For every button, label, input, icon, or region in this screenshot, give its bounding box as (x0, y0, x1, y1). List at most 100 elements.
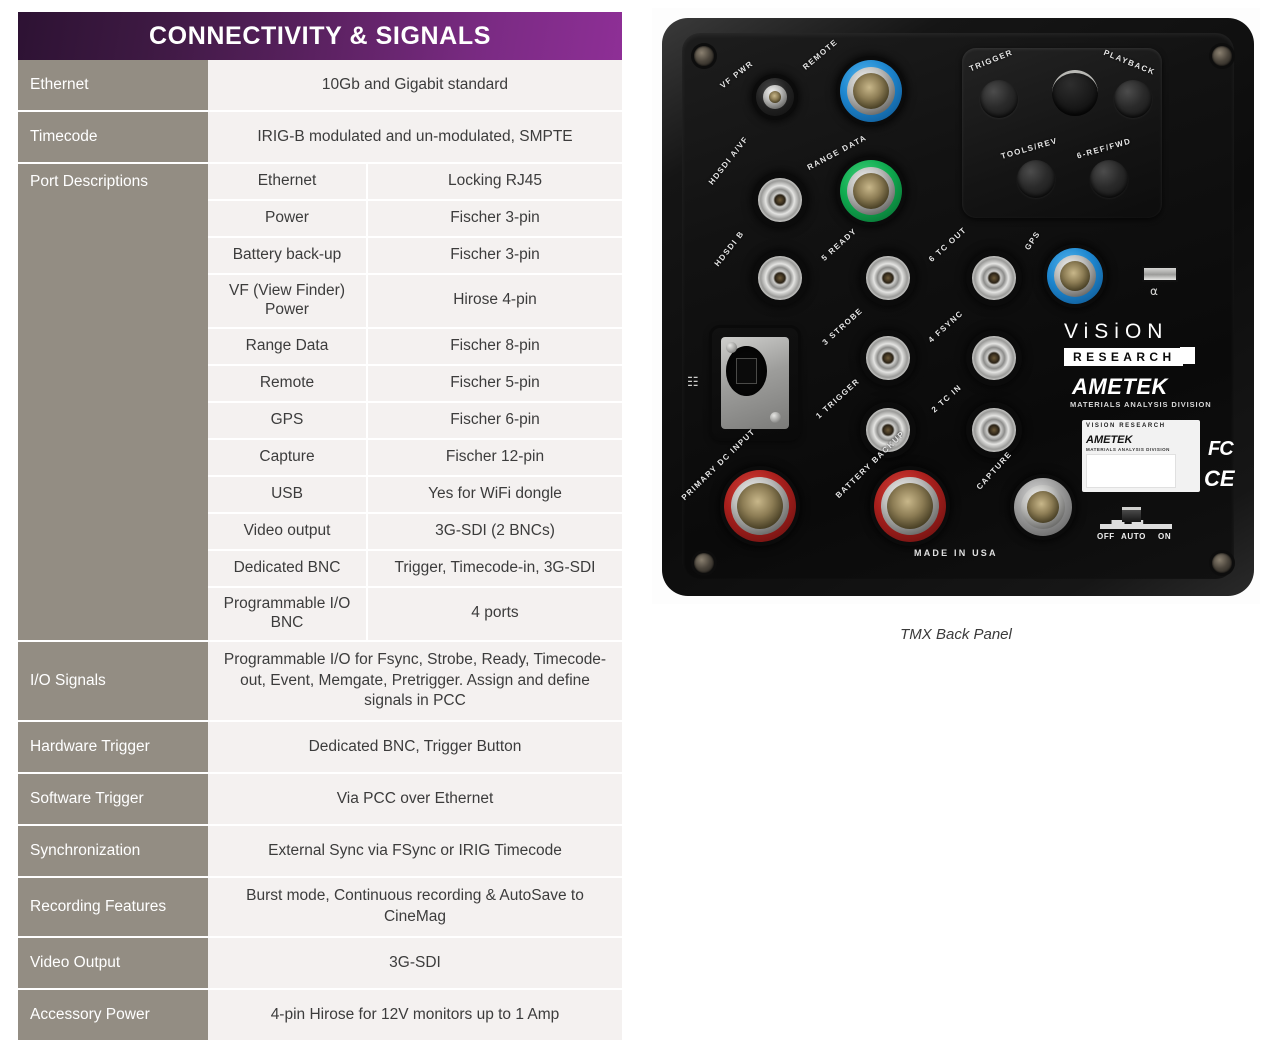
plate-division-text: MATERIALS ANALYSIS DIVISION (1086, 447, 1170, 452)
row-key: Synchronization (18, 826, 208, 877)
plate-ametek-text: AMETEK (1086, 434, 1133, 446)
range-data-connector (840, 160, 902, 222)
port-name: Programmable I/O BNC (208, 587, 368, 640)
row-key: I/O Signals (18, 641, 208, 721)
table-row: Video Output 3G-SDI (18, 938, 622, 991)
table-row: Timecode IRIG-B modulated and un-modulat… (18, 112, 622, 164)
vf-pwr-connector (756, 78, 794, 116)
usb-icon: ⍺ (1150, 284, 1158, 298)
photo-caption: TMX Back Panel (900, 626, 1012, 643)
port-spec: Fischer 6-pin (450, 410, 540, 428)
port-row: Ethernet Locking RJ45 (208, 164, 622, 201)
plate-blank-area (1086, 454, 1176, 488)
product-figure: VF PWR REMOTE HDSDI A/VF RANGE DATA HDSD… (652, 8, 1260, 643)
table-row: Hardware Trigger Dedicated BNC, Trigger … (18, 722, 622, 775)
switch-label-on: ON (1158, 532, 1172, 541)
page-root: CONNECTIVITY & SIGNALS Ethernet 10Gb and… (0, 0, 1280, 1041)
vision-wordmark: ViSiON (1064, 320, 1169, 343)
row-key: Video Output (18, 938, 208, 989)
hdsdi-a-vf-connector (758, 178, 802, 222)
ready-bnc-connector (866, 256, 910, 300)
switch-knob[interactable] (1122, 507, 1141, 522)
table-row: Ethernet 10Gb and Gigabit standard (18, 60, 622, 112)
port-row: VF (View Finder) Power Hirose 4-pin (208, 275, 622, 329)
port-row: Capture Fischer 12-pin (208, 439, 622, 477)
table-row: I/O Signals Programmable I/O for Fsync, … (18, 641, 622, 723)
tc-in-bnc-connector (972, 408, 1016, 452)
port-spec: Fischer 5-pin (450, 373, 540, 391)
port-spec: Fischer 8-pin (450, 336, 540, 354)
port-name: Battery back-up (208, 238, 368, 273)
usb-port (1142, 266, 1178, 282)
table-row: Recording Features Burst mode, Continuou… (18, 878, 622, 939)
table-row: Accessory Power 4-pin Hirose for 12V mon… (18, 990, 622, 1041)
ethernet-rj45-connector (712, 328, 798, 438)
network-icon: ☷ (687, 374, 699, 389)
port-spec: Fischer 12-pin (445, 447, 545, 465)
row-key: Timecode (18, 112, 208, 162)
row-key: Ethernet (18, 60, 208, 110)
table-header-title: CONNECTIVITY & SIGNALS (18, 12, 622, 60)
ce-mark-icon: CE (1204, 466, 1235, 491)
port-spec: Locking RJ45 (448, 172, 542, 190)
row-key: Accessory Power (18, 990, 208, 1041)
port-spec: 3G-SDI (2 BNCs) (435, 521, 555, 539)
table-row-port-descriptions: Port Descriptions Ethernet Locking RJ45 … (18, 164, 622, 642)
switch-label-off: OFF (1097, 532, 1115, 541)
row-key: Software Trigger (18, 774, 208, 825)
port-name: Video output (208, 513, 368, 549)
port-spec: Fischer 3-pin (450, 209, 540, 227)
plate-vision-text: VISION RESEARCH (1086, 423, 1166, 429)
port-row: USB Yes for WiFi dongle (208, 476, 622, 514)
row-key: Recording Features (18, 878, 208, 937)
port-row: Programmable I/O BNC 4 ports (208, 587, 622, 640)
row-value: Programmable I/O for Fsync, Strobe, Read… (208, 641, 622, 721)
port-spec: 4 ports (471, 604, 519, 622)
hdsdi-b-connector (758, 256, 802, 300)
port-spec: Fischer 3-pin (450, 246, 540, 264)
playback-button[interactable] (1114, 80, 1152, 118)
row-key: Hardware Trigger (18, 722, 208, 773)
port-spec: Trigger, Timecode-in, 3G-SDI (394, 558, 596, 576)
gps-connector (1047, 248, 1103, 304)
spec-label-plate: VISION RESEARCH AMETEK MATERIALS ANALYSI… (1082, 420, 1200, 492)
connectivity-signals-table: CONNECTIVITY & SIGNALS Ethernet 10Gb and… (18, 12, 622, 1041)
ametek-wordmark: AMETEK (1072, 374, 1168, 399)
tools-rev-button[interactable] (1017, 160, 1055, 198)
made-in-usa-label: MADE IN USA (914, 548, 998, 558)
port-name: USB (208, 476, 368, 512)
switch-label-auto: AUTO (1121, 532, 1146, 541)
port-name: Power (208, 201, 368, 236)
tmx-back-panel-photo: VF PWR REMOTE HDSDI A/VF RANGE DATA HDSD… (652, 8, 1260, 604)
port-spec: Hirose 4-pin (453, 291, 537, 309)
ref-fwd-button[interactable] (1090, 160, 1128, 198)
port-name: GPS (208, 402, 368, 438)
port-name: Ethernet (208, 164, 368, 199)
port-row: Battery back-up Fischer 3-pin (208, 238, 622, 275)
capture-connector (1014, 478, 1072, 536)
table-row: Synchronization External Sync via FSync … (18, 826, 622, 879)
fsync-bnc-connector (972, 336, 1016, 380)
research-logo-block (1180, 347, 1195, 364)
port-name: VF (View Finder) Power (208, 275, 368, 327)
corner-screw-icon (694, 46, 714, 66)
port-name: Dedicated BNC (208, 550, 368, 586)
port-spec: Yes for WiFi dongle (428, 484, 562, 502)
port-row: Dedicated BNC Trigger, Timecode-in, 3G-S… (208, 550, 622, 588)
row-value: 4-pin Hirose for 12V monitors up to 1 Am… (208, 990, 622, 1041)
research-wordmark: RESEARCH (1064, 348, 1183, 366)
port-row: Video output 3G-SDI (2 BNCs) (208, 513, 622, 551)
corner-screw-icon (1212, 46, 1232, 66)
tc-out-bnc-connector (972, 256, 1016, 300)
table-row: Software Trigger Via PCC over Ethernet (18, 774, 622, 827)
row-value: Burst mode, Continuous recording & AutoS… (208, 878, 622, 937)
remote-connector (840, 60, 902, 122)
row-value: IRIG-B modulated and un-modulated, SMPTE (208, 112, 622, 162)
record-button[interactable] (1052, 70, 1098, 116)
trigger-button[interactable] (980, 80, 1018, 118)
row-value: External Sync via FSync or IRIG Timecode (208, 826, 622, 877)
port-name: Range Data (208, 328, 368, 364)
port-row: Power Fischer 3-pin (208, 201, 622, 238)
corner-screw-icon (1212, 553, 1232, 573)
primary-dc-input-connector (724, 470, 796, 542)
